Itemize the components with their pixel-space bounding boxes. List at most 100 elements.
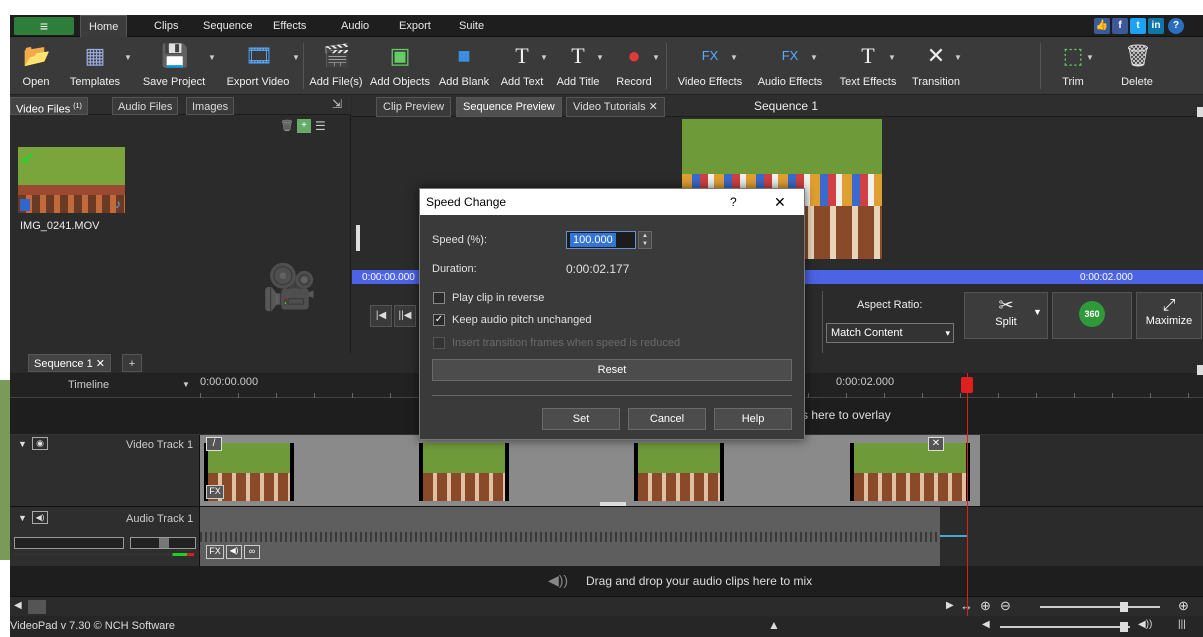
close-icon[interactable]: ✕	[774, 189, 786, 215]
tab-images[interactable]: Images	[186, 97, 235, 115]
tab-video-files[interactable]: Video Files (1)	[10, 97, 88, 116]
zoom-slider[interactable]	[1040, 606, 1160, 608]
video-effects-button[interactable]: FX ▼ Video Effects	[670, 37, 750, 95]
delete-button[interactable]: 🗑 Delete	[1110, 37, 1164, 95]
tab-suite[interactable]: Suite	[459, 15, 484, 37]
collapse-panel-icon[interactable]: ▲	[768, 618, 780, 632]
volume-slider[interactable]	[14, 537, 124, 549]
chevron-down-icon: ▼	[810, 53, 818, 62]
tab-audio-files[interactable]: Audio Files	[112, 97, 179, 115]
eye-icon[interactable]: ◉	[32, 437, 48, 450]
zoom-out-icon[interactable]: ⊖	[1000, 598, 1011, 614]
help-icon[interactable]: ?	[1168, 18, 1184, 34]
timeline-scrollbar[interactable]: ◀ ▶ ↔ ⊕ ⊖ ⊕	[10, 596, 1203, 616]
master-volume-handle[interactable]	[1120, 622, 1128, 632]
trim-button[interactable]: ⬚ ▼ Trim	[1046, 37, 1100, 95]
text-effects-icon: T	[861, 43, 875, 68]
zoom-slider-handle[interactable]	[1120, 602, 1128, 612]
transition-button[interactable]: ✕ ▼ Transition	[906, 37, 966, 95]
collapse-icon[interactable]: ▼	[18, 513, 27, 523]
add-files-button[interactable]: 🎬 Add File(s)	[306, 37, 366, 95]
open-button[interactable]: 📂 Open	[14, 37, 58, 95]
skip-start-icon[interactable]: |◀	[370, 305, 392, 327]
tab-audio[interactable]: Audio	[341, 15, 369, 37]
help-button[interactable]: Help	[714, 408, 792, 430]
reset-button[interactable]: Reset	[432, 359, 792, 381]
zoom-in-icon[interactable]: ⊕	[980, 598, 991, 614]
twitter-icon[interactable]: t	[1130, 18, 1146, 34]
chevron-down-icon[interactable]: ▼	[182, 380, 190, 389]
maximize-button[interactable]: ⤢ Maximize	[1136, 292, 1202, 339]
set-button[interactable]: Set	[542, 408, 620, 430]
meter-icon[interactable]: |||	[1178, 619, 1186, 630]
clip-frame	[634, 443, 724, 501]
help-icon[interactable]: ?	[730, 189, 737, 215]
dialog-title: Speed Change	[426, 195, 507, 209]
speed-input[interactable]: 100.000	[566, 231, 636, 249]
scroll-right-icon[interactable]: ▶	[946, 600, 954, 611]
master-volume-slider[interactable]	[1000, 626, 1130, 628]
split-button[interactable]: ✂ Split ▼	[964, 292, 1048, 339]
tab-home[interactable]: Home	[80, 15, 128, 37]
playhead-handle[interactable]	[961, 377, 973, 393]
cancel-button[interactable]: Cancel	[628, 408, 706, 430]
tab-video-tutorials[interactable]: Video Tutorials ✕	[566, 97, 665, 117]
clip-fx-label[interactable]: FX	[206, 485, 224, 499]
step-back-icon[interactable]: ||◀	[394, 305, 416, 327]
pan-slider[interactable]	[130, 537, 196, 549]
fade-in-icon[interactable]: /	[206, 437, 222, 451]
preview-time-end: 0:00:02.000	[1080, 272, 1133, 283]
facebook-icon[interactable]: f	[1112, 18, 1128, 34]
hamburger-menu-icon[interactable]: ≡	[14, 17, 74, 35]
reverse-checkbox[interactable]	[433, 292, 445, 304]
speaker-icon[interactable]: ◀)	[32, 511, 48, 524]
tab-effects[interactable]: Effects	[273, 15, 306, 37]
view-360-button[interactable]: 360	[1052, 292, 1132, 339]
aspect-ratio-select[interactable]: Match Content ▾	[826, 323, 954, 343]
audio-fx-label[interactable]: FX	[206, 545, 224, 559]
audio-drop-row[interactable]: ◀)) Drag and drop your audio clips here …	[10, 566, 1203, 596]
speaker-icon: ◀))	[548, 572, 569, 588]
transition-frames-checkbox[interactable]	[433, 337, 445, 349]
speed-spinner[interactable]: ▲ ▼	[638, 231, 652, 249]
tab-clip-preview[interactable]: Clip Preview	[376, 97, 452, 117]
audio-waveform	[200, 532, 940, 542]
thumbs-up-icon[interactable]: 👍	[1094, 18, 1110, 34]
media-thumbnail[interactable]: ✔ ♪	[18, 147, 125, 213]
speaker-icon[interactable]: ◀)	[226, 545, 242, 559]
save-project-button[interactable]: 💾 ▼ Save Project	[132, 37, 216, 95]
audio-effects-button[interactable]: FX ▼ Audio Effects	[750, 37, 830, 95]
scroll-left-icon[interactable]: ◀	[14, 600, 22, 611]
tab-sequence[interactable]: Sequence	[203, 15, 253, 37]
export-video-button[interactable]: 🎞 ▼ Export Video	[216, 37, 300, 95]
add-title-button[interactable]: T ▼ Add Title	[550, 37, 606, 95]
tab-sequence-1[interactable]: Sequence 1 ✕	[28, 354, 111, 372]
linkedin-icon[interactable]: in	[1148, 18, 1164, 34]
add-folder-icon[interactable]: +	[297, 119, 311, 133]
chevron-down-icon: ▼	[1086, 53, 1094, 62]
audio-clip[interactable]: FX ◀) ∞	[200, 507, 940, 567]
record-button[interactable]: ● ▼ Record	[606, 37, 662, 95]
add-sequence-button[interactable]: +	[122, 354, 142, 372]
add-blank-button[interactable]: ■ Add Blank	[434, 37, 494, 95]
loop-icon[interactable]: ∞	[244, 545, 260, 559]
pitch-checkbox[interactable]: ✓	[433, 314, 445, 326]
list-view-icon[interactable]: ☰	[315, 119, 329, 133]
volume-up-icon[interactable]: ◀))	[1138, 619, 1152, 630]
add-text-button[interactable]: T ▼ Add Text	[494, 37, 550, 95]
trash-icon[interactable]: 🗑	[280, 119, 294, 133]
tab-clips[interactable]: Clips	[154, 15, 178, 37]
templates-button[interactable]: ▦ ▼ Templates	[58, 37, 132, 95]
volume-down-icon[interactable]: ◀	[982, 619, 990, 630]
dialog-titlebar: Speed Change ? ✕	[420, 189, 804, 215]
collapse-icon[interactable]: ▼	[18, 439, 27, 449]
tab-export[interactable]: Export	[399, 15, 431, 37]
video-clip[interactable]: / FX ✕	[200, 435, 980, 507]
add-objects-button[interactable]: ▣ Add Objects	[366, 37, 434, 95]
tab-sequence-preview[interactable]: Sequence Preview	[456, 97, 562, 117]
zoom-in-icon[interactable]: ⊕	[1178, 598, 1189, 614]
text-effects-button[interactable]: T ▼ Text Effects	[830, 37, 906, 95]
transition-icon[interactable]: ✕	[928, 437, 944, 451]
undock-icon[interactable]: ⇲	[332, 97, 342, 111]
reverse-label: Play clip in reverse	[452, 292, 545, 304]
